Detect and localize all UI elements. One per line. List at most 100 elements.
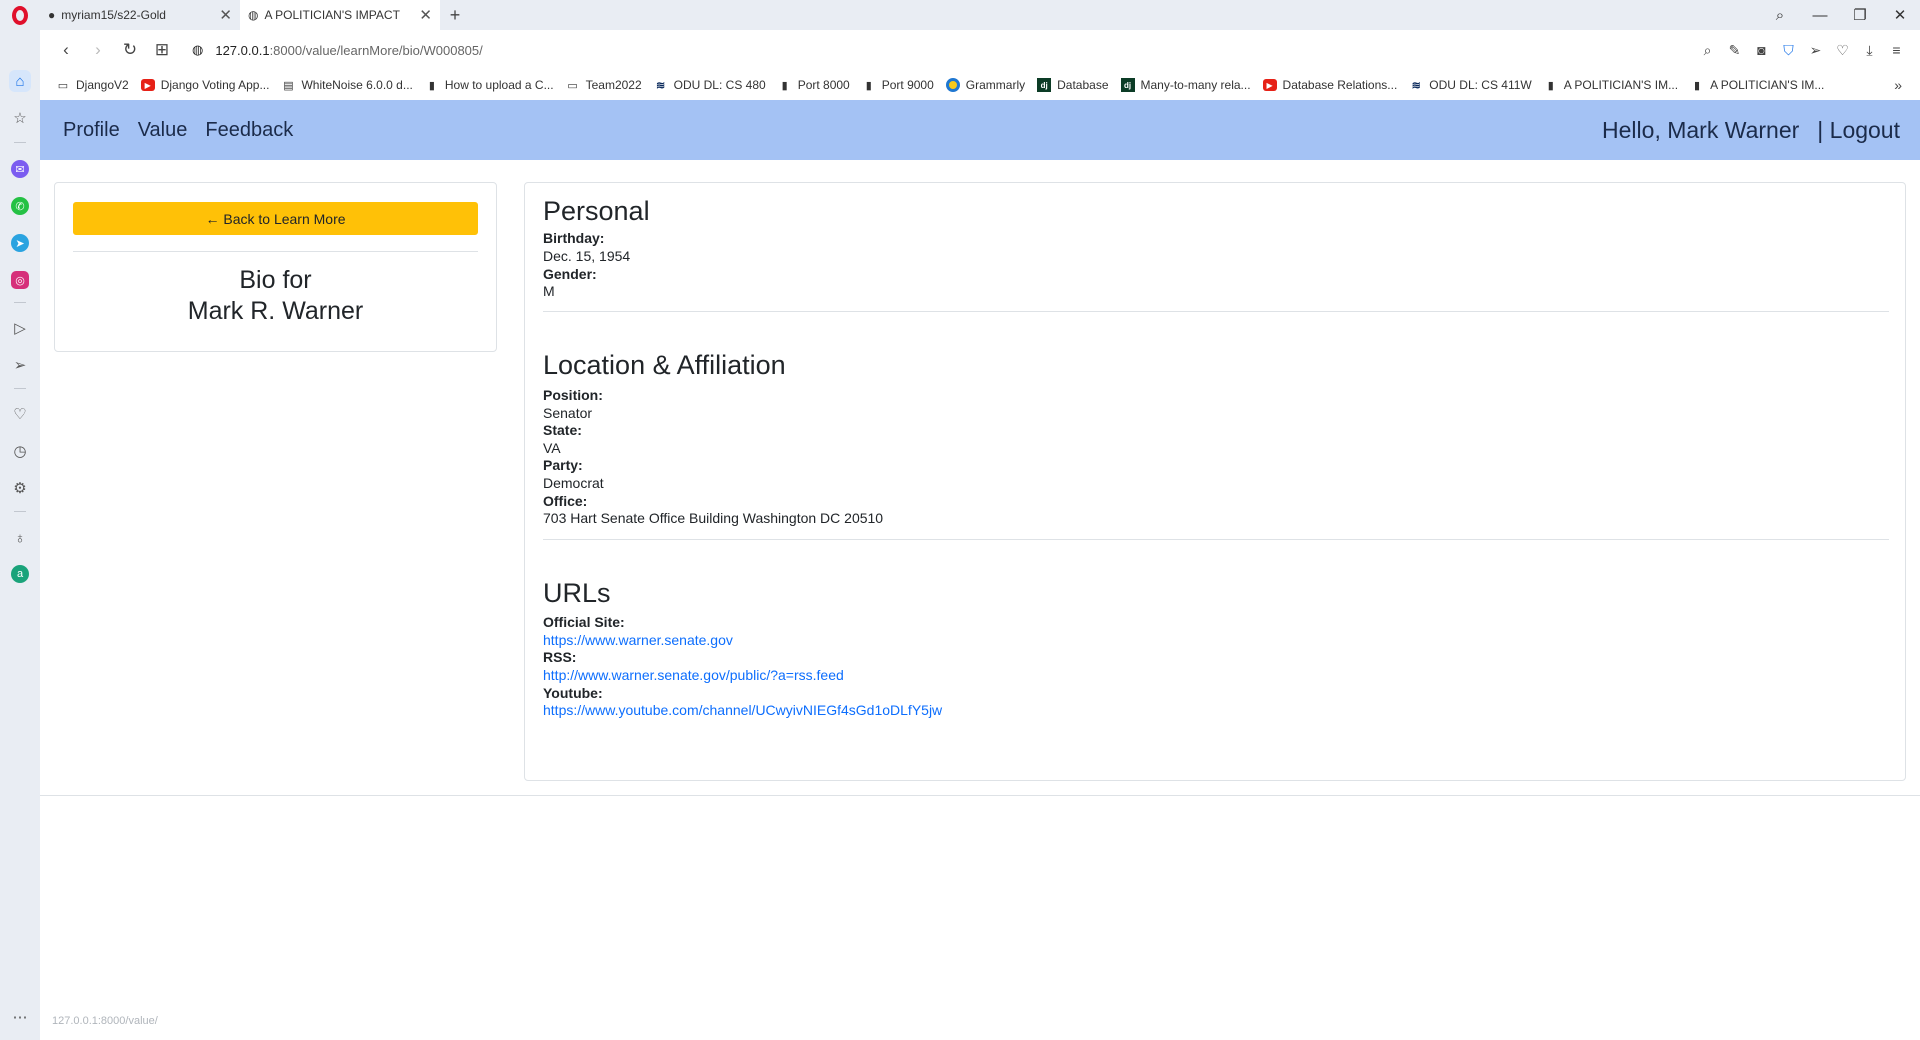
bookmark-label: Team2022 [585, 78, 642, 92]
heart-icon[interactable]: ♡ [9, 403, 31, 425]
messenger-icon[interactable]: ✉ [11, 160, 29, 178]
bookmark-port-8000[interactable]: ▮ Port 8000 [778, 78, 850, 92]
tab-close-icon[interactable]: ✕ [219, 6, 232, 24]
bookmark-label: Database [1057, 78, 1109, 92]
forward-arrow-icon[interactable]: › [82, 40, 114, 60]
tab-label: A POLITICIAN'S IMPACT [264, 8, 400, 22]
reload-icon[interactable]: ↻ [114, 40, 146, 60]
bookmark-many-to-many[interactable]: dj Many-to-many rela... [1120, 78, 1251, 92]
bookmarks-bar: ▭ DjangoV2 ▶ Django Voting App... ▤ WhiteNo… [40, 70, 1920, 100]
bookmark-djangov2[interactable]: ▭ DjangoV2 [56, 78, 129, 92]
bookmark-team2022[interactable]: ▭ Team2022 [566, 78, 642, 92]
status-bar-url: 127.0.0.1:8000/value/ [52, 1015, 158, 1027]
birthday-label: Birthday: [543, 230, 605, 246]
bookmark-politician-2[interactable]: ▮ A POLITICIAN'S IM... [1690, 78, 1824, 92]
official-site-label: Official Site: [543, 614, 625, 630]
footer-divider [40, 795, 1920, 796]
nav-value[interactable]: Value [138, 119, 188, 142]
tab-search-icon[interactable]: ⌕ [1760, 7, 1800, 24]
more-icon[interactable]: ⋯ [9, 1006, 31, 1028]
tab-github[interactable]: ● myriam15/s22-Gold ✕ [40, 0, 240, 30]
star-icon[interactable]: ☆ [9, 107, 31, 129]
back-arrow-icon[interactable]: ‹ [50, 40, 82, 60]
minimize-button[interactable]: — [1800, 7, 1840, 24]
home-icon[interactable]: ⌂ [9, 70, 31, 92]
opera-logo-icon[interactable] [0, 0, 40, 30]
doc-icon: ▤ [283, 79, 294, 92]
bookmark-label: Port 8000 [797, 78, 850, 92]
bookmark-whitenoise[interactable]: ▤ WhiteNoise 6.0.0 d... [281, 78, 413, 92]
file-icon: ▮ [865, 79, 872, 92]
bookmark-odu-cs411w[interactable]: ≋ ODU DL: CS 411W [1409, 78, 1532, 92]
back-to-learn-more-button[interactable]: ← Back to Learn More [73, 202, 478, 235]
player-icon[interactable]: ▷ [9, 317, 31, 339]
bookmark-label: Port 9000 [881, 78, 934, 92]
bookmark-label: Database Relations... [1282, 78, 1398, 92]
bookmark-label: Grammarly [965, 78, 1026, 92]
bio-heading-line1: Bio for [239, 266, 312, 294]
bookmark-django-voting[interactable]: ▶ Django Voting App... [140, 78, 270, 92]
django-icon: dj [1120, 78, 1135, 92]
section-divider [543, 311, 1889, 312]
office-value: 703 Hart Senate Office Building Washingt… [543, 510, 884, 526]
url-host: 127.0.0.1 [215, 42, 270, 58]
bookmark-politician-1[interactable]: ▮ A POLITICIAN'S IM... [1544, 78, 1678, 92]
bookmark-upload[interactable]: ▮ How to upload a C... [425, 78, 554, 92]
bookmark-database-relations[interactable]: ▶ Database Relations... [1262, 78, 1398, 92]
tab-grid-icon[interactable]: ⊞ [146, 40, 178, 60]
download-icon[interactable]: ⤓ [1856, 42, 1883, 59]
gender-value: M [543, 283, 555, 299]
url-field[interactable]: ◍ 127.0.0.1:8000/value/learnMore/bio/W00… [192, 42, 483, 58]
sidebar-divider [14, 388, 26, 389]
find-icon[interactable]: ⌕ [1694, 42, 1721, 59]
sidebar-divider [14, 511, 26, 512]
camera-icon[interactable]: ◙ [1748, 42, 1775, 58]
bookmark-label: DjangoV2 [76, 78, 129, 92]
edit-icon[interactable]: ✎ [1721, 42, 1748, 59]
whatsapp-icon[interactable]: ✆ [11, 197, 29, 215]
address-bar-actions: ⌕ ✎ ◙ ⛉ ➢ ♡ ⤓ ≡ [1694, 30, 1910, 70]
page-content: Profile Value Feedback Hello, Mark Warne… [40, 100, 1920, 1040]
logout-link[interactable]: | Logout [1817, 117, 1900, 144]
instagram-icon[interactable]: ◎ [11, 271, 29, 289]
bookmark-label: Django Voting App... [160, 78, 270, 92]
bookmarks-more-icon[interactable]: » [1894, 77, 1902, 93]
office-label: Office: [543, 493, 588, 509]
bio-heading: Bio for Mark R. Warner [55, 265, 496, 327]
tab-politician[interactable]: ◍ A POLITICIAN'S IMPACT ✕ [240, 0, 440, 30]
menu-icon[interactable]: ≡ [1883, 42, 1910, 58]
address-bar: ‹ › ↻ ⊞ ◍ 127.0.0.1:8000/value/learnMore… [40, 30, 1920, 70]
window-controls: ⌕ — ❐ ✕ [1760, 0, 1920, 30]
sidebar-divider [14, 142, 26, 143]
new-tab-button[interactable]: + [440, 5, 470, 26]
navbar-user-area: Hello, Mark Warner | Logout [1602, 100, 1900, 160]
section-divider [543, 539, 1889, 540]
rss-link[interactable]: http://www.warner.senate.gov/public/?a=r… [543, 667, 844, 683]
position-label: Position: [543, 387, 603, 403]
send-icon[interactable]: ➢ [1802, 42, 1829, 59]
close-window-button[interactable]: ✕ [1880, 6, 1920, 24]
bookmark-database[interactable]: dj Database [1037, 78, 1109, 92]
nav-feedback[interactable]: Feedback [205, 119, 293, 142]
lightbulb-icon[interactable]: ♁ [9, 527, 31, 549]
bookmark-odu-cs480[interactable]: ≋ ODU DL: CS 480 [654, 78, 766, 92]
telegram-icon[interactable]: ➤ [11, 234, 29, 252]
bookmark-port-9000[interactable]: ▮ Port 9000 [862, 78, 934, 92]
restore-button[interactable]: ❐ [1840, 6, 1880, 24]
bio-details-card: Personal Birthday: Dec. 15, 1954 Gender:… [524, 182, 1906, 781]
heart-icon[interactable]: ♡ [1829, 42, 1856, 59]
youtube-link[interactable]: https://www.youtube.com/channel/UCwyivNI… [543, 702, 942, 718]
youtube-icon: ▶ [1262, 79, 1277, 91]
official-site-link[interactable]: https://www.warner.senate.gov [543, 632, 733, 648]
file-icon: ▮ [428, 79, 435, 92]
birthday-value: Dec. 15, 1954 [543, 248, 631, 264]
nav-profile[interactable]: Profile [63, 119, 120, 142]
aria-icon[interactable]: a [11, 565, 29, 583]
settings-icon[interactable]: ⚙ [9, 477, 31, 499]
tab-close-icon[interactable]: ✕ [419, 6, 432, 24]
send-icon[interactable]: ➢ [9, 354, 31, 376]
history-icon[interactable]: ◷ [9, 440, 31, 462]
globe-icon: ◍ [192, 42, 204, 57]
bookmark-grammarly[interactable]: Grammarly [945, 78, 1026, 92]
vpn-shield-icon[interactable]: ⛉ [1775, 42, 1802, 59]
